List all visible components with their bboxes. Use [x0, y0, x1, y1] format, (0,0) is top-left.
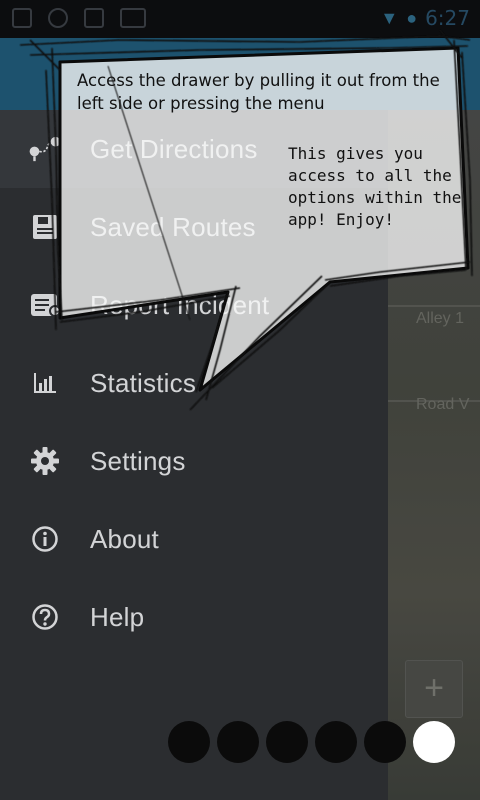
save-icon	[28, 210, 62, 244]
tutorial-secondary-text: This gives you access to all the options…	[288, 144, 462, 229]
zoom-in-button[interactable]: +	[405, 660, 463, 718]
cast-icon	[120, 8, 146, 28]
drawer-item-label: Saved Routes	[90, 211, 256, 242]
drawer-item-settings[interactable]: Settings	[0, 422, 388, 500]
bar-chart-icon	[28, 366, 62, 400]
tutorial-main-text: Access the drawer by pulling it out from…	[77, 71, 440, 113]
route-icon	[28, 132, 62, 166]
drawer-item-report-incident[interactable]: Report Incident	[0, 266, 388, 344]
report-icon	[28, 288, 62, 322]
drawer-item-label: Report Incident	[90, 289, 270, 320]
map-street-label: Alley 1	[416, 310, 465, 327]
map-street-label: Road V	[416, 396, 470, 413]
page-dot[interactable]	[217, 721, 259, 763]
drawer-item-label: Help	[90, 601, 145, 632]
page-dot[interactable]	[168, 721, 210, 763]
gear-icon	[28, 444, 62, 478]
status-bar: ▼ ● 6:27	[0, 0, 480, 38]
drawer-item-statistics[interactable]: Statistics	[0, 344, 388, 422]
page-dot-current[interactable]	[413, 721, 455, 763]
signal-icon: ●	[406, 7, 418, 28]
status-icons-left	[12, 8, 146, 28]
status-icons-right: ▼ ● 6:27	[380, 6, 470, 30]
usb-icon	[48, 8, 68, 28]
help-icon	[28, 600, 62, 634]
drawer-item-about[interactable]: About	[0, 500, 388, 578]
notification-icon	[12, 8, 32, 28]
drawer-item-label: Get Directions	[90, 133, 258, 164]
drawer-item-help[interactable]: Help	[0, 578, 388, 656]
map-road	[388, 305, 480, 307]
page-dot[interactable]	[315, 721, 357, 763]
status-time: 6:27	[425, 6, 470, 30]
drawer-item-label: Settings	[90, 445, 186, 476]
page-dot[interactable]	[364, 721, 406, 763]
drawer-item-label: About	[90, 523, 159, 554]
image-icon	[84, 8, 104, 28]
page-dot[interactable]	[266, 721, 308, 763]
info-icon	[28, 522, 62, 556]
drawer-item-label: Statistics	[90, 367, 197, 398]
page-indicator	[168, 721, 455, 763]
wifi-icon: ▼	[380, 7, 399, 28]
